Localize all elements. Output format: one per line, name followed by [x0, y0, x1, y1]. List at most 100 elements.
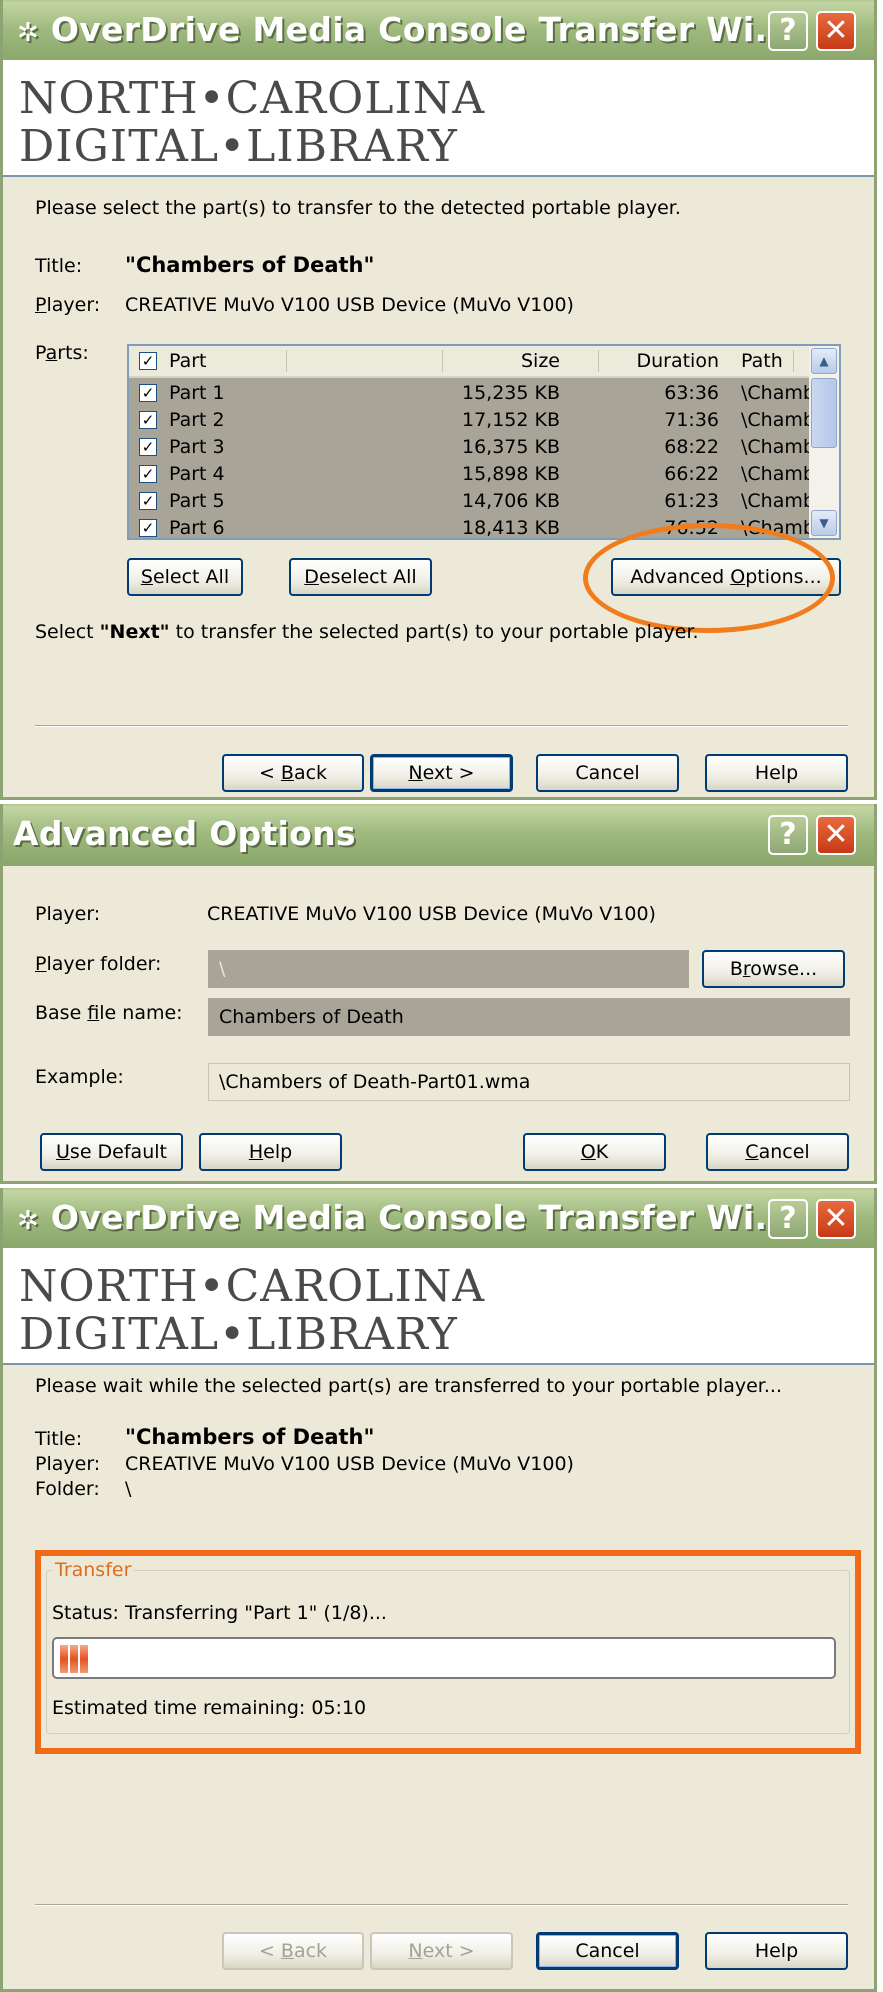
cell-size: 15,235 KB [461, 382, 560, 404]
next-button[interactable]: Next > [370, 754, 513, 792]
library-banner: NORTH•CAROLINA DIGITAL•LIBRARY [3, 60, 874, 177]
overdrive-logo-icon: ✲ [17, 18, 40, 48]
player-folder-field[interactable]: \ [208, 950, 689, 988]
column-size[interactable]: Size [384, 350, 560, 372]
button-separator [35, 725, 848, 727]
help-button[interactable]: Help [705, 754, 848, 792]
button-separator [35, 1904, 848, 1906]
column-path[interactable]: Path [741, 350, 783, 372]
library-logo-line2: DIGITAL•LIBRARY [19, 1309, 458, 1360]
cell-part: Part 6 [169, 517, 225, 539]
part-checkbox[interactable]: ✓ [139, 519, 157, 537]
folder-label: Folder: [35, 1478, 100, 1500]
back-button-disabled: < Back [222, 1932, 364, 1970]
transfer-highlight [35, 1550, 861, 1754]
cell-size: 14,706 KB [461, 490, 560, 512]
advanced-options-highlight [583, 523, 835, 633]
advanced-options-window: Advanced Options ? ✕ [0, 804, 877, 1184]
title-label: Title: [35, 1428, 83, 1450]
library-logo-line2: DIGITAL•LIBRARY [19, 121, 458, 172]
cell-part: Part 1 [169, 382, 225, 404]
overdrive-logo-icon: ✲ [17, 1206, 40, 1236]
scroll-up-icon[interactable]: ▲ [811, 348, 837, 374]
help-title-button[interactable]: ? [768, 1199, 808, 1239]
player-value: CREATIVE MuVo V100 USB Device (MuVo V100… [125, 294, 574, 316]
cell-duration: 68:22 [664, 436, 719, 458]
title-value: "Chambers of Death" [125, 1425, 375, 1449]
library-banner: NORTH•CAROLINA DIGITAL•LIBRARY [3, 1248, 874, 1365]
adv-player-value: CREATIVE MuVo V100 USB Device (MuVo V100… [207, 903, 656, 925]
use-default-button[interactable]: Use Default [40, 1133, 183, 1171]
table-row[interactable]: ✓Part 217,152 KB71:36\Chambers of D... [129, 407, 839, 434]
cell-size: 15,898 KB [461, 463, 560, 485]
next-hint-text: Select "Next" to transfer the selected p… [35, 621, 699, 643]
part-checkbox[interactable]: ✓ [139, 438, 157, 456]
library-logo-line1: NORTH•CAROLINA [19, 73, 486, 124]
cell-part: Part 4 [169, 463, 225, 485]
scroll-thumb[interactable] [811, 378, 837, 448]
column-divider [793, 350, 794, 372]
example-label: Example: [35, 1066, 124, 1088]
cell-duration: 71:36 [664, 409, 719, 431]
cell-part: Part 2 [169, 409, 225, 431]
folder-value: \ [125, 1478, 132, 1500]
title-bar[interactable]: ✲ OverDrive Media Console Transfer Wi...… [3, 0, 874, 62]
help-title-button[interactable]: ? [768, 11, 808, 51]
title-label: Title: [35, 255, 83, 277]
adv-player-label: Player: [35, 903, 101, 925]
table-row[interactable]: ✓Part 115,235 KB63:36\Chambers of D... [129, 380, 839, 407]
part-checkbox[interactable]: ✓ [139, 465, 157, 483]
parts-scrollbar[interactable]: ▲ ▼ [809, 346, 839, 538]
base-file-name-label: Base file name: [35, 1002, 183, 1024]
cell-part: Part 3 [169, 436, 225, 458]
table-row[interactable]: ✓Part 316,375 KB68:22\Chambers of D... [129, 434, 839, 461]
column-divider [598, 350, 599, 372]
player-folder-label: Player folder: [35, 953, 162, 975]
window-title: Advanced Options [13, 814, 356, 853]
browse-button[interactable]: Browse... [702, 950, 845, 988]
example-field: \Chambers of Death-Part01.wma [208, 1063, 850, 1101]
part-checkbox[interactable]: ✓ [139, 384, 157, 402]
column-part[interactable]: Part [169, 350, 207, 372]
ok-button[interactable]: OK [523, 1133, 666, 1171]
player-label: Player: [35, 1453, 101, 1475]
part-checkbox[interactable]: ✓ [139, 411, 157, 429]
window-title: ✲ OverDrive Media Console Transfer Wi... [17, 10, 794, 49]
help-title-button[interactable]: ? [768, 815, 808, 855]
select-all-button[interactable]: Select All [127, 558, 243, 596]
base-file-name-field[interactable]: Chambers of Death [208, 998, 850, 1036]
part-checkbox[interactable]: ✓ [139, 492, 157, 510]
wait-instruction-text: Please wait while the selected part(s) a… [35, 1375, 782, 1397]
cell-duration: 61:23 [664, 490, 719, 512]
player-value: CREATIVE MuVo V100 USB Device (MuVo V100… [125, 1453, 574, 1475]
adv-help-button[interactable]: Help [199, 1133, 342, 1171]
column-divider [286, 350, 287, 372]
column-divider [442, 350, 443, 372]
close-button[interactable]: ✕ [816, 11, 856, 51]
table-row[interactable]: ✓Part 415,898 KB66:22\Chambers of D... [129, 461, 839, 488]
deselect-all-button[interactable]: Deselect All [289, 558, 432, 596]
instruction-text: Please select the part(s) to transfer to… [35, 197, 681, 219]
cancel-transfer-button[interactable]: Cancel [536, 1932, 679, 1970]
player-label: Player: [35, 294, 101, 316]
select-all-checkbox[interactable]: ✓ [139, 352, 157, 370]
title-bar[interactable]: Advanced Options ? ✕ [3, 804, 874, 866]
library-logo-line1: NORTH•CAROLINA [19, 1261, 486, 1312]
title-bar[interactable]: ✲ OverDrive Media Console Transfer Wi...… [3, 1188, 874, 1250]
scroll-down-icon[interactable]: ▼ [811, 510, 837, 536]
table-row[interactable]: ✓Part 514,706 KB61:23\Chambers of D... [129, 488, 839, 515]
adv-cancel-button[interactable]: Cancel [706, 1133, 849, 1171]
cell-part: Part 5 [169, 490, 225, 512]
parts-label: Parts: [35, 342, 89, 364]
title-value: "Chambers of Death" [125, 253, 375, 277]
parts-list-header: ✓ Part Size Duration Path [129, 346, 809, 378]
parts-list[interactable]: ✓ Part Size Duration Path ✓ Part 1 15,235 … [127, 344, 841, 540]
cell-duration: 66:22 [664, 463, 719, 485]
back-button[interactable]: < Back [222, 754, 364, 792]
column-duration[interactable]: Duration [579, 350, 719, 372]
close-button[interactable]: ✕ [816, 815, 856, 855]
help-button[interactable]: Help [705, 1932, 848, 1970]
cell-size: 18,413 KB [461, 517, 560, 539]
close-button[interactable]: ✕ [816, 1199, 856, 1239]
cancel-button[interactable]: Cancel [536, 754, 679, 792]
